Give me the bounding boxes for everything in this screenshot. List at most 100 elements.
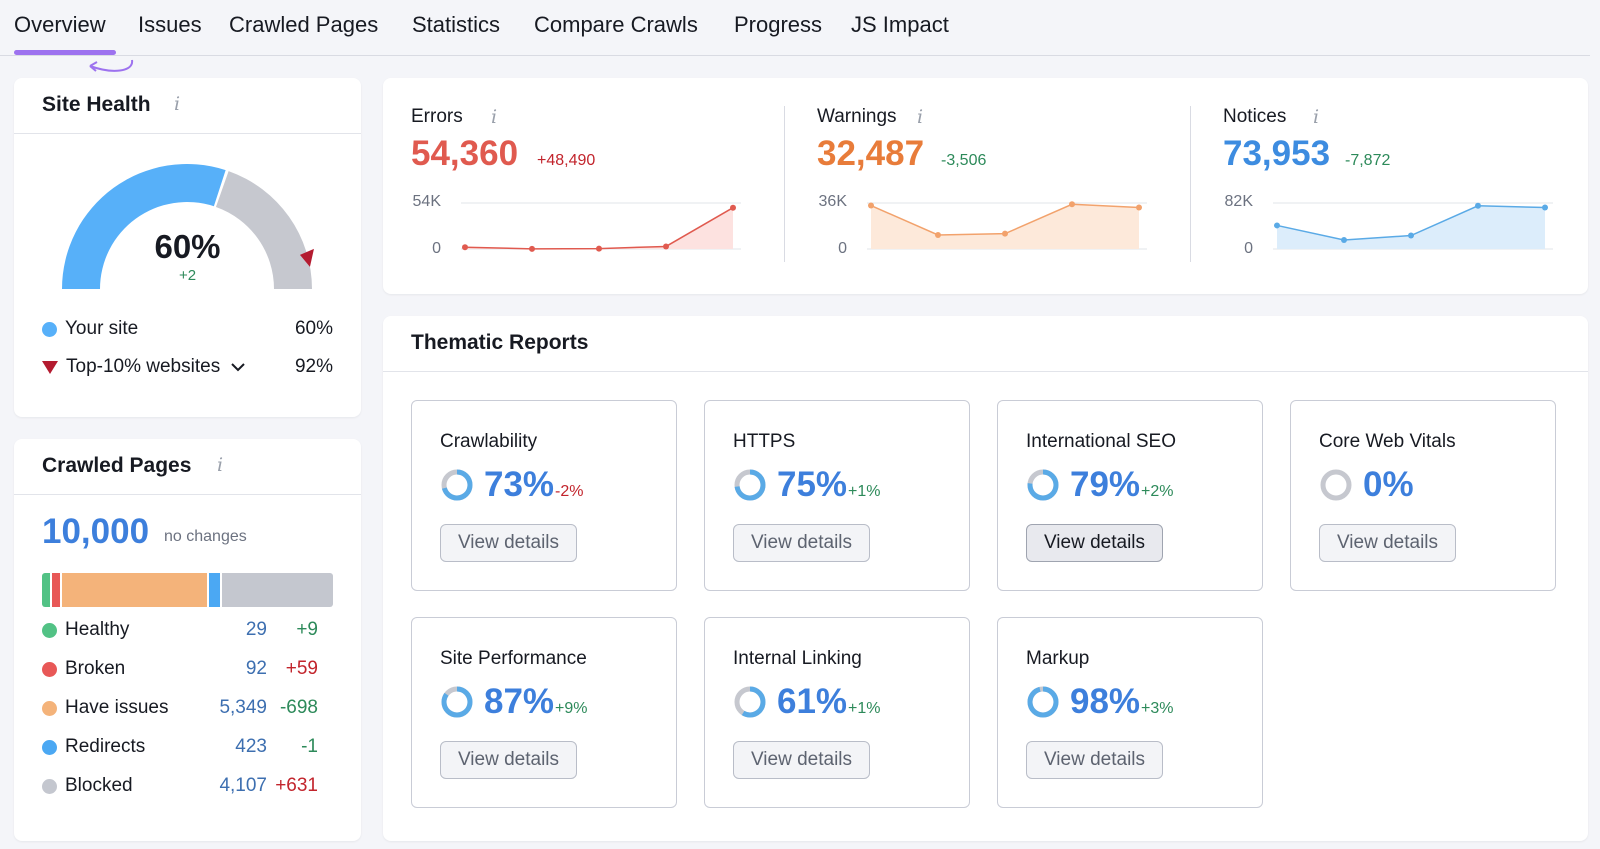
notices-sparkline [1273,202,1553,250]
report-card-markup: Markup 98% +3% View details [997,617,1263,808]
score-ring-icon [734,469,766,501]
report-name: Core Web Vitals [1319,431,1456,452]
errors-count[interactable]: 54,360 [411,134,518,174]
bar-segment-redirects[interactable] [209,573,221,607]
view-details-button[interactable]: View details [1319,524,1456,562]
tab-issues[interactable]: Issues [138,12,202,38]
score-ring-icon [734,686,766,718]
crawled-row-count[interactable]: 29 [197,619,267,641]
report-card-site-performance: Site Performance 87% +9% View details [411,617,677,808]
report-delta: +1% [848,700,881,717]
y-axis-max-label: 36K [818,193,847,210]
notices-data-point[interactable] [1274,222,1280,229]
crawled-row: Healthy [42,619,129,641]
view-details-button[interactable]: View details [1026,524,1163,562]
errors-data-point[interactable] [730,204,736,211]
view-details-button[interactable]: View details [440,524,577,562]
notices-data-point[interactable] [1475,202,1481,209]
warnings-sparkline [867,201,1147,250]
tab-compare-crawls[interactable]: Compare Crawls [534,12,698,38]
curved-arrow-icon [89,59,134,72]
legend-your-site: Your site [42,318,138,340]
active-tab-indicator [14,50,116,55]
view-details-button[interactable]: View details [1026,741,1163,779]
tab-js-impact[interactable]: JS Impact [851,12,949,38]
crawled-row-change: +631 [275,775,318,796]
site-health-title: Site Health [42,93,151,116]
crawled-pages-bar[interactable] [42,573,333,607]
divider [784,106,785,262]
y-axis-min-label: 0 [432,240,441,257]
warnings-data-point[interactable] [1069,201,1075,208]
errors-data-point[interactable] [462,244,468,251]
report-delta: -2% [555,483,584,500]
info-icon[interactable]: i [491,106,497,128]
report-card-https: HTTPS 75% +1% View details [704,400,970,591]
errors-data-point[interactable] [663,243,669,250]
your-site-value: 60% [294,318,333,339]
view-details-button[interactable]: View details [733,741,870,779]
notices-data-point[interactable] [1341,237,1347,244]
crawled-row: Have issues [42,697,169,719]
report-percent: 98% [1070,682,1141,721]
info-icon[interactable]: i [174,93,180,115]
score-ring-icon [1027,469,1059,501]
score-ring-icon [441,469,473,501]
crawled-pages-header: Crawled Pages i [14,439,361,495]
report-delta: +3% [1141,700,1174,717]
report-card-internal-linking: Internal Linking 61% +1% View details [704,617,970,808]
notices-delta: -7,872 [1345,152,1391,169]
tab-bar: Overview Issues Crawled Pages Statistics… [0,0,1590,72]
errors-data-point[interactable] [596,245,602,252]
status-dot [42,700,57,716]
view-details-button[interactable]: View details [440,741,577,779]
crawled-total[interactable]: 10,000 [42,512,149,552]
notices-label: Notices [1223,106,1287,127]
crawled-pages-card: Crawled Pages i 10,000 no changes Health… [14,439,361,841]
errors-label: Errors [411,106,463,127]
y-axis-min-label: 0 [838,240,847,257]
status-dot [42,739,57,755]
notices-data-point[interactable] [1408,232,1414,239]
warnings-data-point[interactable] [1002,230,1008,237]
crawled-row-count[interactable]: 92 [197,658,267,680]
y-axis-max-label: 82K [1224,193,1253,210]
chevron-down-icon [231,363,245,372]
errors-data-point[interactable] [529,245,535,252]
crawled-row-count[interactable]: 423 [197,736,267,758]
crawled-total-note: no changes [164,528,247,545]
warnings-count[interactable]: 32,487 [817,134,924,174]
bar-segment-have-issues[interactable] [61,573,208,607]
notices-count[interactable]: 73,953 [1223,134,1330,174]
info-icon[interactable]: i [217,454,223,476]
site-health-header: Site Health i [14,78,361,134]
report-delta: +1% [848,483,881,500]
thematic-reports-card: Thematic Reports Crawlability 73% -2% View … [383,316,1588,841]
report-name: Internal Linking [733,648,862,669]
bar-segment-healthy[interactable] [42,573,50,607]
score-ring-icon [441,686,473,718]
notices-data-point[interactable] [1542,204,1548,211]
bar-segment-broken[interactable] [51,573,60,607]
tab-progress[interactable]: Progress [734,12,822,38]
report-percent: 0% [1363,465,1414,504]
crawled-row-change: +59 [285,658,318,679]
report-name: HTTPS [733,431,796,452]
warnings-label: Warnings [817,106,897,127]
tab-statistics[interactable]: Statistics [412,12,500,38]
score-ring-icon [1320,469,1352,501]
crawled-row-count[interactable]: 5,349 [197,697,267,719]
info-icon[interactable]: i [917,106,923,128]
tab-overview[interactable]: Overview [14,12,106,38]
info-icon[interactable]: i [1313,106,1319,128]
warnings-delta: -3,506 [941,152,987,169]
legend-top10[interactable]: Top-10% websites [42,356,246,378]
report-percent: 87% [484,682,555,721]
crawled-row-count[interactable]: 4,107 [197,775,267,797]
warnings-data-point[interactable] [935,231,941,238]
bar-segment-blocked[interactable] [222,573,333,607]
view-details-button[interactable]: View details [733,524,870,562]
warnings-data-point[interactable] [868,202,874,209]
tab-crawled-pages[interactable]: Crawled Pages [229,12,378,38]
warnings-data-point[interactable] [1136,204,1142,211]
